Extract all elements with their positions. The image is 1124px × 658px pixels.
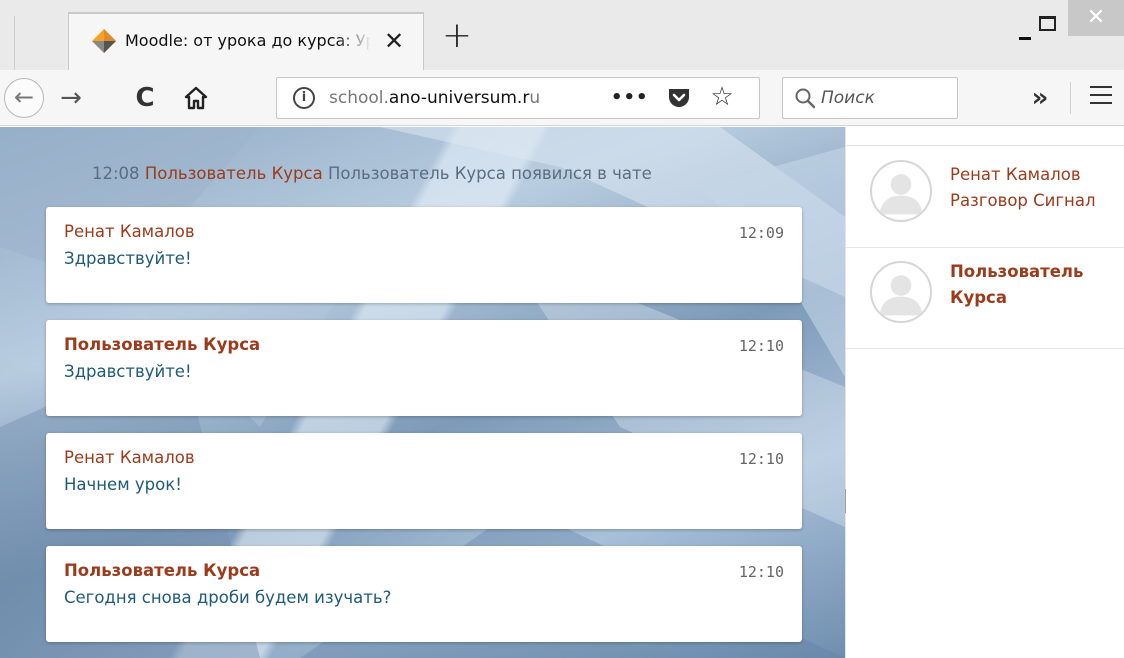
message-author[interactable]: Пользователь Курса [64, 334, 260, 356]
message-time: 12:09 [738, 224, 784, 242]
message-author[interactable]: Ренат Камалов [64, 447, 195, 469]
avatar [870, 261, 932, 323]
tab-close-icon[interactable]: ✕ [381, 27, 407, 55]
search-input[interactable] [821, 85, 951, 111]
system-message-time: 12:08 [92, 164, 140, 183]
message-author[interactable]: Ренат Камалов [64, 221, 195, 243]
pinned-tab-stub[interactable] [14, 16, 64, 70]
moodle-diamond-icon [92, 29, 116, 53]
default-user-icon [879, 275, 923, 316]
chat-message: Пользователь Курса 12:10 Сегодня снова д… [46, 546, 802, 642]
close-window-button[interactable]: ✕ [1068, 0, 1124, 36]
system-message: 12:08 Пользователь Курса Пользователь Ку… [92, 163, 652, 185]
message-text: Начнем урок! [64, 475, 182, 494]
active-tab[interactable]: Moodle: от урока до курса: Урок ✕ [68, 12, 424, 70]
user-status: Разговор Сигнал [950, 191, 1096, 210]
user-list-item[interactable]: Ренат Камалов Разговор Сигнал [846, 146, 1124, 248]
search-icon [795, 88, 816, 109]
forward-button[interactable]: → [54, 82, 88, 114]
address-bar[interactable]: i school.ano-universum.ru ••• ☆ [276, 77, 760, 119]
navigation-toolbar: ← → C i school.ano-universum.ru ••• ☆ » [0, 70, 1124, 126]
reload-button[interactable]: C [128, 82, 162, 114]
new-tab-button[interactable]: + [440, 18, 474, 58]
message-author[interactable]: Пользователь Курса [64, 560, 260, 582]
home-icon [184, 86, 208, 110]
message-time: 12:10 [738, 450, 784, 468]
page-actions-button[interactable]: ••• [611, 84, 651, 112]
message-text: Здравствуйте! [64, 249, 192, 268]
chat-message: Ренат Камалов 12:09 Здравствуйте! [46, 207, 802, 303]
user-name-continued[interactable]: Курса [950, 285, 1007, 311]
hamburger-menu-icon[interactable] [1090, 86, 1112, 108]
chat-page: 12:08 Пользователь Курса Пользователь Ку… [0, 127, 1124, 658]
message-text: Сегодня снова дроби будем изучать? [64, 588, 392, 607]
avatar [870, 160, 932, 222]
search-bar[interactable] [782, 77, 958, 119]
url-text[interactable]: school.ano-universum.ru [329, 84, 579, 112]
toolbar-overflow-button[interactable]: » [1020, 82, 1060, 114]
toolbar-separator [1070, 82, 1071, 114]
users-list-panel: Ренат Камалов Разговор Сигнал Пользовате… [846, 127, 1124, 658]
message-text: Здравствуйте! [64, 362, 192, 381]
url-prefix: school. [329, 88, 389, 108]
user-name[interactable]: Ренат Камалов [950, 162, 1081, 188]
user-name[interactable]: Пользователь [950, 259, 1083, 285]
chat-message: Пользователь Курса 12:10 Здравствуйте! [46, 320, 802, 416]
pocket-icon[interactable] [667, 87, 691, 109]
chat-message: Ренат Камалов 12:10 Начнем урок! [46, 433, 802, 529]
user-list-item[interactable]: Пользователь Курса [846, 247, 1124, 349]
bookmark-star-icon[interactable]: ☆ [707, 82, 737, 112]
system-message-text: Пользователь Курса появился в чате [327, 164, 652, 183]
site-info-icon[interactable]: i [293, 87, 315, 109]
tab-bar: Moodle: от урока до курса: Урок ✕ + ✕ [0, 0, 1124, 70]
system-message-user[interactable]: Пользователь Курса [145, 164, 323, 183]
url-domain: ano-universum.r [388, 88, 530, 108]
back-button[interactable]: ← [4, 78, 44, 118]
chat-messages-area: 12:08 Пользователь Курса Пользователь Ку… [0, 127, 845, 658]
tab-title: Moodle: от урока до курса: Урок [125, 31, 371, 50]
home-button[interactable] [176, 82, 216, 114]
url-suffix: u [529, 88, 541, 108]
maximize-window-button[interactable] [1028, 8, 1064, 38]
message-time: 12:10 [738, 563, 784, 581]
message-time: 12:10 [738, 337, 784, 355]
default-user-icon [879, 174, 923, 215]
